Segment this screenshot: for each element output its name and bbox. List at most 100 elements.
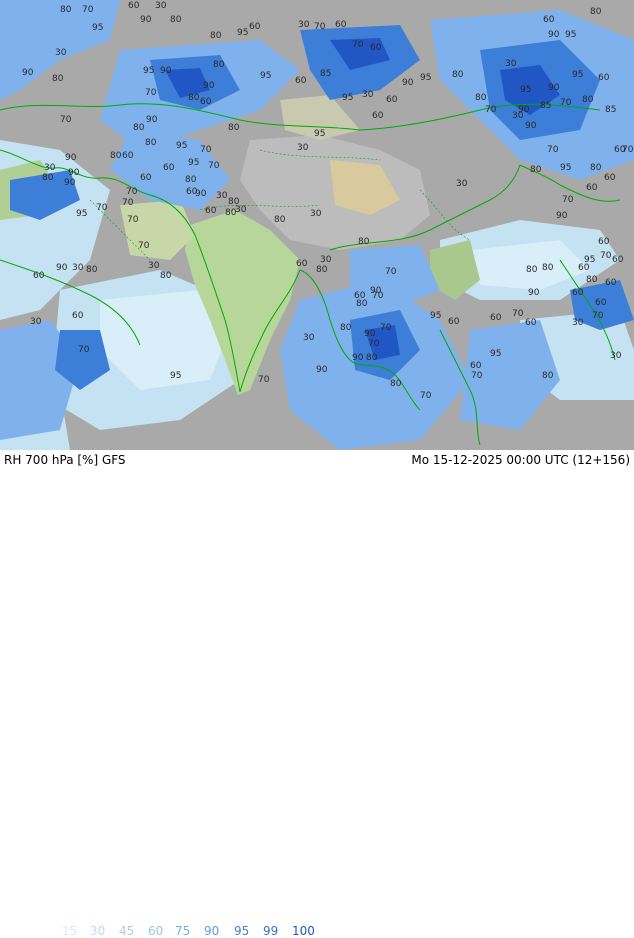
contour-label: 70	[560, 98, 572, 108]
contour-label: 90	[556, 211, 568, 221]
contour-label: 95	[520, 85, 531, 95]
contour-label: 60	[604, 173, 616, 183]
contour-label: 60	[122, 151, 134, 161]
contour-label: 60	[598, 73, 610, 83]
contour-label: 60	[295, 76, 307, 86]
contour-label: 80	[542, 371, 554, 381]
contour-label: 80	[170, 15, 182, 25]
contour-label: 70	[60, 115, 72, 125]
contour-label: 95	[342, 93, 353, 103]
contour-label: 85	[540, 101, 551, 111]
contour-label: 30	[456, 179, 468, 189]
contour-label: 90	[160, 66, 172, 76]
contour-label: 70	[208, 161, 220, 171]
contour-label: 70	[127, 215, 139, 225]
contour-label: 80	[274, 215, 286, 225]
contour-label: 30	[610, 351, 622, 361]
contour-label: 80	[228, 123, 240, 133]
contour-label: 30	[362, 90, 374, 100]
legend-item-30: 30	[90, 924, 106, 938]
contour-label: 60	[335, 20, 347, 30]
contour-label: 95	[188, 158, 199, 168]
contour-label: 60	[543, 15, 555, 25]
legend-item-95: 95	[234, 924, 250, 938]
contour-label: 70	[82, 5, 94, 15]
contour-label: 60	[370, 43, 382, 53]
contour-label: 70	[314, 22, 326, 32]
contour-label: 30	[148, 261, 160, 271]
contour-label: 80	[586, 275, 598, 285]
contour-label: 80	[185, 175, 197, 185]
contour-label: 90	[548, 30, 560, 40]
weather-map: 80 70 60 30 90 80 30 70 60 60 80 95 90 95 30 80 95 60 70 60…	[0, 0, 634, 450]
contour-label: 30	[297, 143, 309, 153]
contour-label: 80	[590, 7, 602, 17]
map-title: RH 700 hPa [%] GFS	[4, 453, 126, 467]
contour-label: 90	[146, 115, 158, 125]
contour-label: 30	[512, 111, 524, 121]
map-footer: RH 700 hPa [%] GFS Mo 15-12-2025 00:00 U…	[0, 450, 634, 938]
contour-label: 80	[366, 353, 378, 363]
contour-label: 80	[42, 173, 54, 183]
contour-label: 70	[547, 145, 559, 155]
contour-label: 90	[528, 288, 540, 298]
legend-item-75: 75	[175, 924, 191, 938]
contour-label: 30	[310, 209, 322, 219]
contour-label: 70	[562, 195, 574, 205]
contour-label: 60	[595, 298, 607, 308]
contour-label: 80	[526, 265, 538, 275]
contour-label: 60	[249, 22, 261, 32]
contour-label: 90	[548, 83, 560, 93]
contour-label: 80	[390, 379, 402, 389]
contour-label: 80	[188, 93, 200, 103]
contour-label: 90	[195, 189, 207, 199]
legend-item-15: 15	[62, 924, 78, 938]
contour-label: 70	[512, 309, 524, 319]
contour-label: 60	[470, 361, 482, 371]
contour-label: 95	[314, 129, 325, 139]
contour-label: 80	[316, 265, 328, 275]
contour-label: 90	[140, 15, 152, 25]
contour-label: 70	[96, 203, 108, 213]
contour-label: 30	[30, 317, 42, 327]
legend-item-45: 45	[119, 924, 135, 938]
contour-label: 70	[145, 88, 157, 98]
contour-label: 60	[525, 318, 537, 328]
contour-label: 95	[76, 209, 87, 219]
contour-label: 80	[52, 74, 64, 84]
contour-label: 70	[380, 323, 392, 333]
contour-label: 70	[471, 371, 483, 381]
contour-label: 30	[55, 48, 67, 58]
contour-label: 80	[590, 163, 602, 173]
contour-label: 80	[86, 265, 98, 275]
legend-item-90: 90	[204, 924, 220, 938]
contour-label: 80	[145, 138, 157, 148]
legend-item-100: 100	[292, 924, 315, 938]
contour-label: 90	[352, 353, 364, 363]
contour-label: 60	[128, 1, 140, 11]
contour-label: 60	[490, 313, 502, 323]
contour-label: 30	[44, 163, 56, 173]
contour-label: 90	[56, 263, 68, 273]
contour-label: 60	[372, 111, 384, 121]
contour-label: 60	[386, 95, 398, 105]
contour-label: 80	[530, 165, 542, 175]
contour-label: 95	[176, 141, 187, 151]
contour-label: 90	[364, 329, 376, 339]
contour-label: 95	[237, 28, 248, 38]
contour-label: 80	[452, 70, 464, 80]
contour-label: 30	[72, 263, 84, 273]
contour-label: 80	[160, 271, 172, 281]
contour-label: 70	[126, 187, 138, 197]
contour-label: 80	[210, 31, 222, 41]
contour-label: 60	[140, 173, 152, 183]
contour-label: 80	[356, 299, 368, 309]
contour-label: 60	[163, 163, 175, 173]
contour-label: 95	[260, 71, 271, 81]
contour-label: 80	[133, 123, 145, 133]
contour-label: 60	[200, 97, 212, 107]
rh-map-canvas: 80 70 60 3090 80 30 70 60 60809590 953080 956070 60…	[0, 0, 634, 450]
contour-label: 60	[578, 263, 590, 273]
contour-label: 60	[72, 311, 84, 321]
contour-label: 80	[475, 93, 487, 103]
